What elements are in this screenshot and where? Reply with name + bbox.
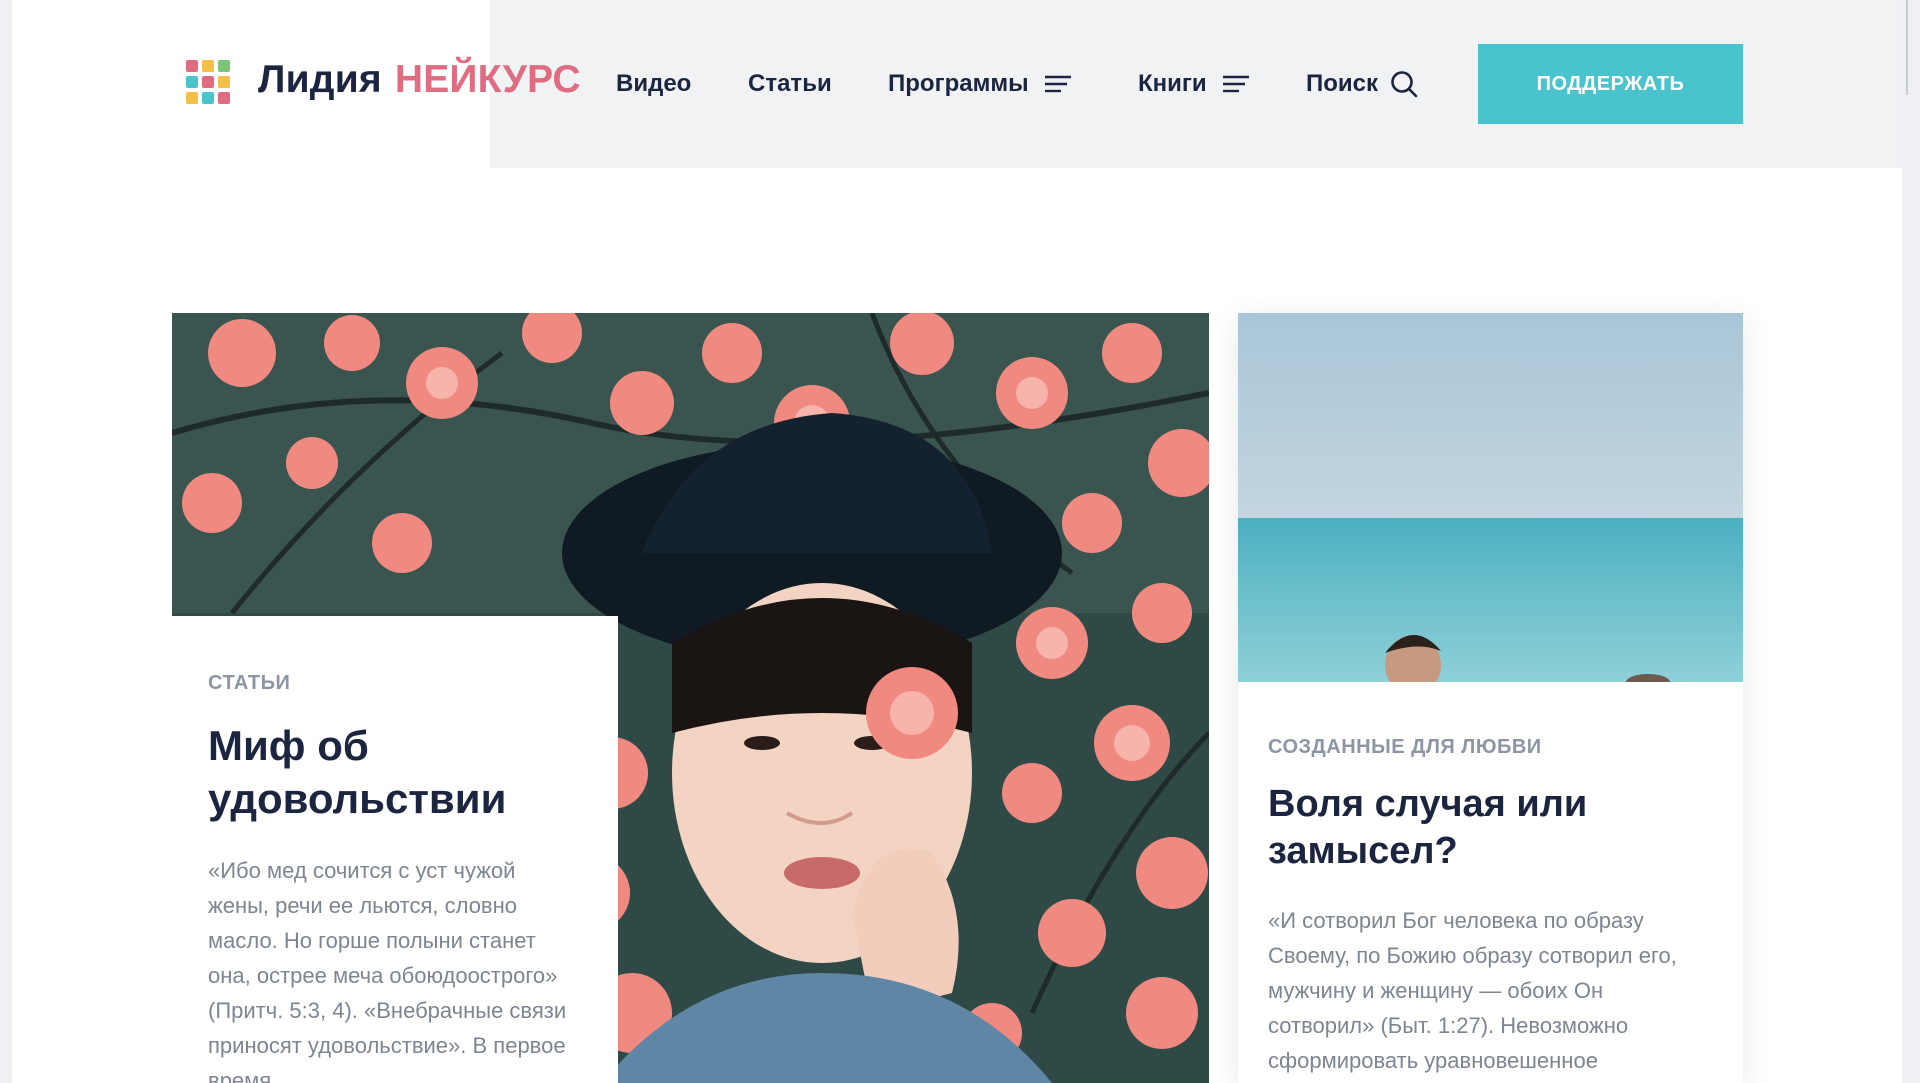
nav-articles[interactable]: Статьи xyxy=(748,68,832,100)
menu-lines-icon xyxy=(1044,75,1071,93)
nav-search[interactable]: Поиск xyxy=(1306,68,1418,100)
nav-books-label: Книги xyxy=(1138,70,1207,97)
article-excerpt: «И сотворил Бог человека по образу Своем… xyxy=(1268,908,1677,1073)
scroll-handle[interactable] xyxy=(1906,0,1908,95)
brand-first-name: Лидия xyxy=(258,58,382,101)
article-photo-sea[interactable] xyxy=(1238,313,1743,682)
search-icon xyxy=(1391,71,1418,98)
logo-grid-icon[interactable] xyxy=(186,60,230,104)
nav-programs[interactable]: Программы xyxy=(888,68,1071,100)
nav-articles-label: Статьи xyxy=(748,70,832,97)
brand-last-name: НЕЙКУРС xyxy=(394,58,581,101)
brand-name[interactable]: Лидия НЕЙКУРС xyxy=(258,58,581,106)
article-title[interactable]: Воля случая или замысел? xyxy=(1268,781,1713,875)
menu-lines-icon xyxy=(1222,75,1249,93)
page-left-margin xyxy=(0,0,12,1083)
article-excerpt: «Ибо мед сочится с уст чужой жены, речи … xyxy=(208,858,567,1083)
article-info: СОЗДАННЫЕ ДЛЯ ЛЮБВИ Воля случая или замы… xyxy=(1238,682,1743,1083)
article-category[interactable]: СТАТЬИ xyxy=(208,672,582,695)
nav-books[interactable]: Книги xyxy=(1138,68,1249,100)
article-card[interactable]: СОЗДАННЫЕ ДЛЯ ЛЮБВИ Воля случая или замы… xyxy=(1238,313,1743,1083)
support-button[interactable]: ПОДДЕРЖАТЬ xyxy=(1478,44,1743,124)
nav-video[interactable]: Видео xyxy=(616,68,691,100)
article-title[interactable]: Миф об удовольствии xyxy=(208,719,582,825)
featured-article-info[interactable]: СТАТЬИ Миф об удовольствии «Ибо мед сочи… xyxy=(172,616,618,1083)
page-right-margin xyxy=(1902,0,1920,1083)
nav-video-label: Видео xyxy=(616,70,692,97)
article-category[interactable]: СОЗДАННЫЕ ДЛЯ ЛЮБВИ xyxy=(1268,736,1713,759)
nav-programs-label: Программы xyxy=(888,70,1029,97)
nav-search-label: Поиск xyxy=(1306,70,1379,97)
